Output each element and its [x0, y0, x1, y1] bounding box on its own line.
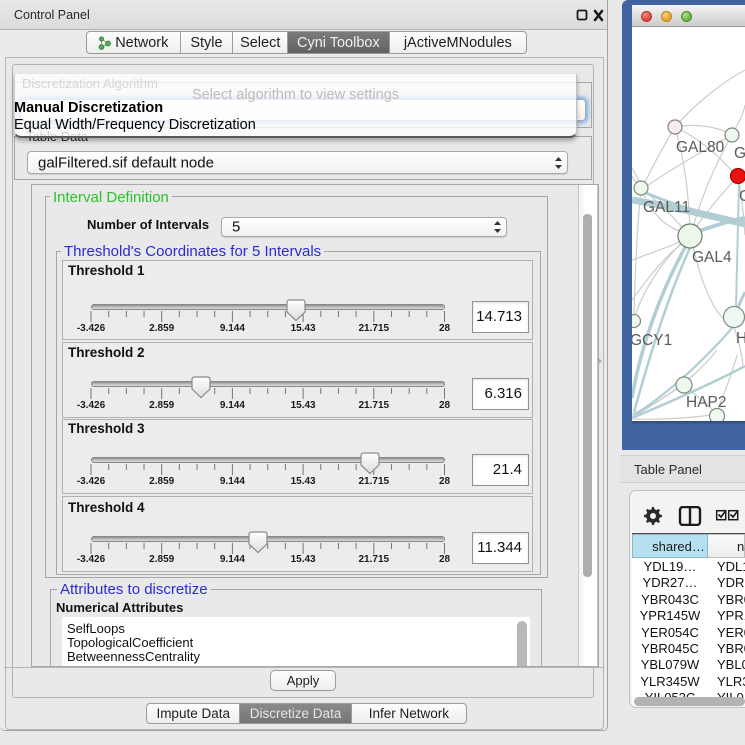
svg-text:HAP2: HAP2 [686, 394, 727, 411]
svg-text:GAL4: GAL4 [692, 249, 732, 266]
svg-text:GA: GA [734, 145, 745, 162]
svg-text:GAL11: GAL11 [643, 199, 690, 216]
svg-text:HI: HI [736, 330, 745, 347]
svg-text:CR: CR [739, 188, 745, 205]
svg-text:GAL80: GAL80 [676, 139, 725, 156]
svg-text:GCY1: GCY1 [632, 332, 672, 349]
